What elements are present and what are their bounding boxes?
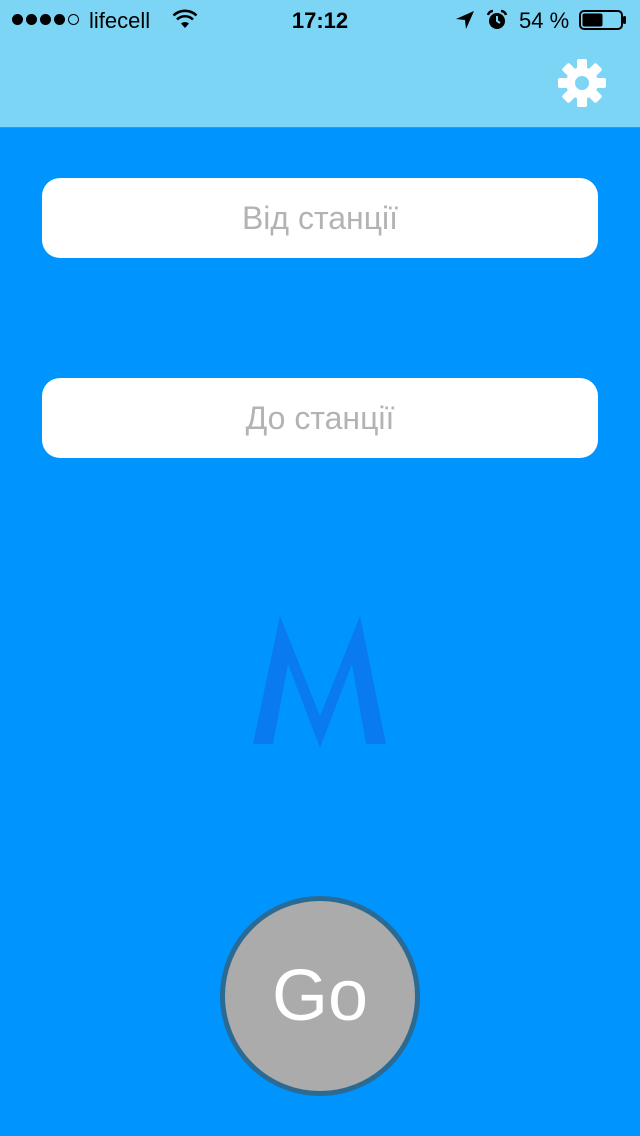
from-station-input[interactable]: [42, 178, 598, 258]
go-button[interactable]: Go: [220, 896, 420, 1096]
metro-logo-icon: [253, 616, 386, 748]
header-bar: lifecell 17:12 54 %: [0, 0, 640, 128]
alarm-clock-icon: [486, 9, 508, 29]
status-bar: lifecell 17:12 54 %: [0, 0, 640, 40]
location-arrow-icon: [456, 11, 474, 29]
go-button-label: Go: [271, 956, 369, 1036]
battery-icon: [579, 10, 626, 30]
to-station-input[interactable]: [42, 378, 598, 458]
battery-percentage: 54 %: [519, 8, 570, 33]
settings-gear-icon[interactable]: [556, 57, 608, 109]
